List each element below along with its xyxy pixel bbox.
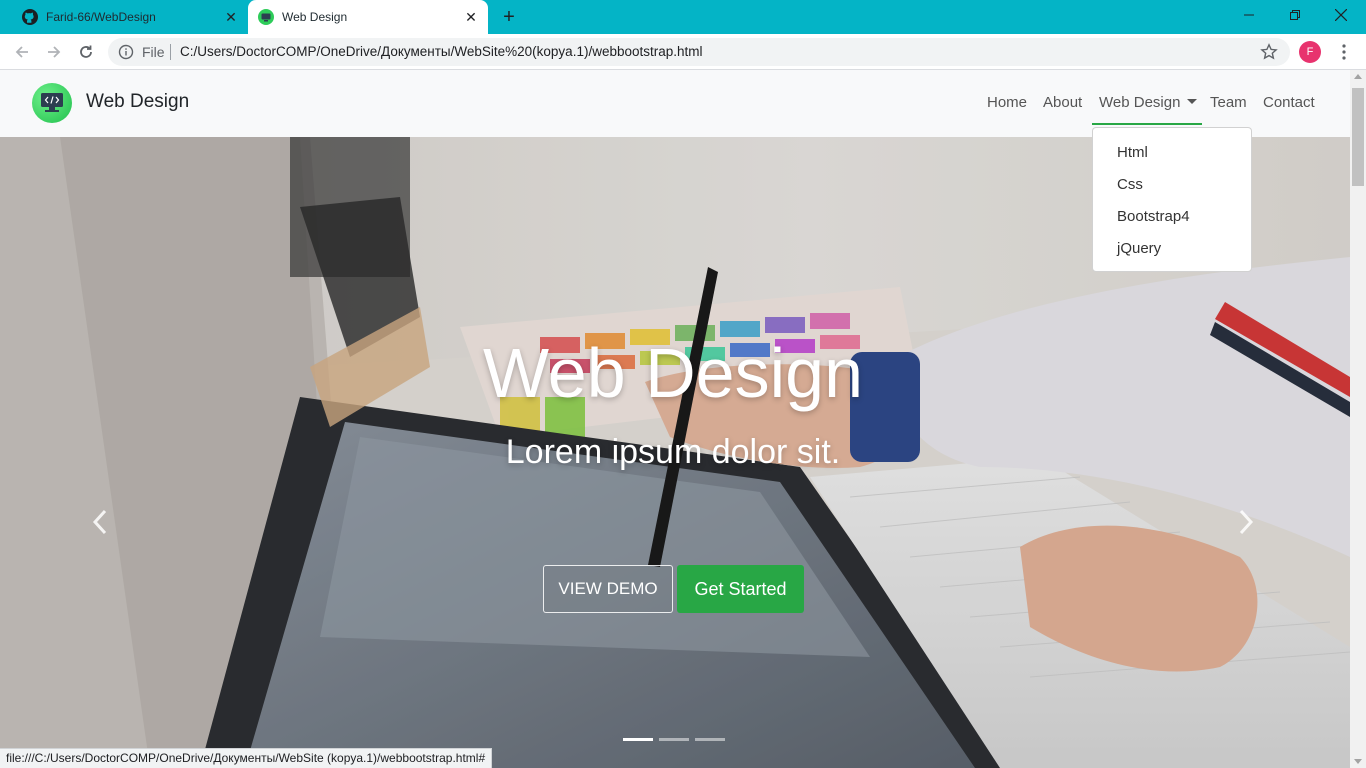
restore-icon[interactable] <box>1272 0 1318 30</box>
dropdown-item-bootstrap4[interactable]: Bootstrap4 <box>1117 208 1190 225</box>
nav-about[interactable]: About <box>1043 94 1082 111</box>
link-status-bar: file:///C:/Users/DoctorCOMP/OneDrive/Док… <box>0 748 493 768</box>
browser-tab-strip: Farid-66/WebDesign ✕ Web Design ✕ + <box>0 0 1366 34</box>
profile-avatar[interactable]: F <box>1299 41 1321 63</box>
browser-toolbar: File C:/Users/DoctorCOMP/OneDrive/Докуме… <box>0 34 1366 70</box>
new-tab-icon[interactable]: + <box>498 7 520 29</box>
nav-web-design-label: Web Design <box>1099 94 1181 111</box>
dropdown-item-jquery[interactable]: jQuery <box>1117 240 1161 257</box>
url-text[interactable]: C:/Users/DoctorCOMP/OneDrive/Документы/W… <box>180 44 703 59</box>
nav-web-design-dropdown[interactable]: Web Design <box>1099 94 1198 111</box>
info-icon[interactable] <box>118 44 134 60</box>
carousel-indicator-1[interactable] <box>623 738 653 741</box>
scheme-label: File <box>142 44 165 60</box>
carousel-prev-icon[interactable] <box>90 507 110 537</box>
caret-down-icon <box>1187 99 1198 105</box>
address-divider <box>170 44 171 60</box>
page-viewport: Web Design Home About Web Design Team Co… <box>0 70 1350 768</box>
brand-logo-icon[interactable] <box>32 83 72 123</box>
nav-home[interactable]: Home <box>987 94 1027 111</box>
brand-name[interactable]: Web Design <box>86 91 189 113</box>
hero-subtitle: Lorem ipsum dolor sit. <box>505 433 841 471</box>
tab-title: Farid-66/WebDesign <box>46 10 156 24</box>
github-icon <box>22 9 38 25</box>
site-favicon-icon <box>258 9 274 25</box>
nav-contact[interactable]: Contact <box>1263 94 1315 111</box>
reload-icon[interactable] <box>74 40 98 64</box>
carousel-indicator-3[interactable] <box>695 738 725 741</box>
browser-menu-icon[interactable] <box>1334 42 1354 62</box>
nav-team[interactable]: Team <box>1210 94 1247 111</box>
dropdown-item-css[interactable]: Css <box>1117 176 1143 193</box>
forward-icon[interactable] <box>42 40 66 64</box>
address-bar[interactable]: File C:/Users/DoctorCOMP/OneDrive/Докуме… <box>108 38 1290 66</box>
carousel-indicator-2[interactable] <box>659 738 689 741</box>
back-icon[interactable] <box>10 40 34 64</box>
tab-github[interactable]: Farid-66/WebDesign ✕ <box>8 0 248 34</box>
scroll-up-arrow-icon[interactable] <box>1354 74 1362 79</box>
hero-title: Web Design <box>482 334 863 412</box>
tab-title: Web Design <box>282 10 348 24</box>
close-tab-icon[interactable]: ✕ <box>224 10 238 24</box>
dropdown-item-html[interactable]: Html <box>1117 144 1148 161</box>
active-nav-underline <box>1092 123 1202 125</box>
scrollbar-thumb[interactable] <box>1352 88 1364 186</box>
close-tab-icon[interactable]: ✕ <box>464 10 478 24</box>
tab-web-design[interactable]: Web Design ✕ <box>248 0 488 34</box>
bookmark-star-icon[interactable] <box>1260 43 1278 61</box>
page-scrollbar[interactable] <box>1350 70 1366 768</box>
scroll-down-arrow-icon[interactable] <box>1354 759 1362 764</box>
minimize-icon[interactable] <box>1226 0 1272 30</box>
web-design-dropdown-menu: Html Css Bootstrap4 jQuery <box>1092 127 1252 272</box>
view-demo-button[interactable]: VIEW DEMO <box>543 565 673 613</box>
close-window-icon[interactable] <box>1318 0 1364 30</box>
carousel-next-icon[interactable] <box>1236 507 1256 537</box>
get-started-button[interactable]: Get Started <box>677 565 804 613</box>
